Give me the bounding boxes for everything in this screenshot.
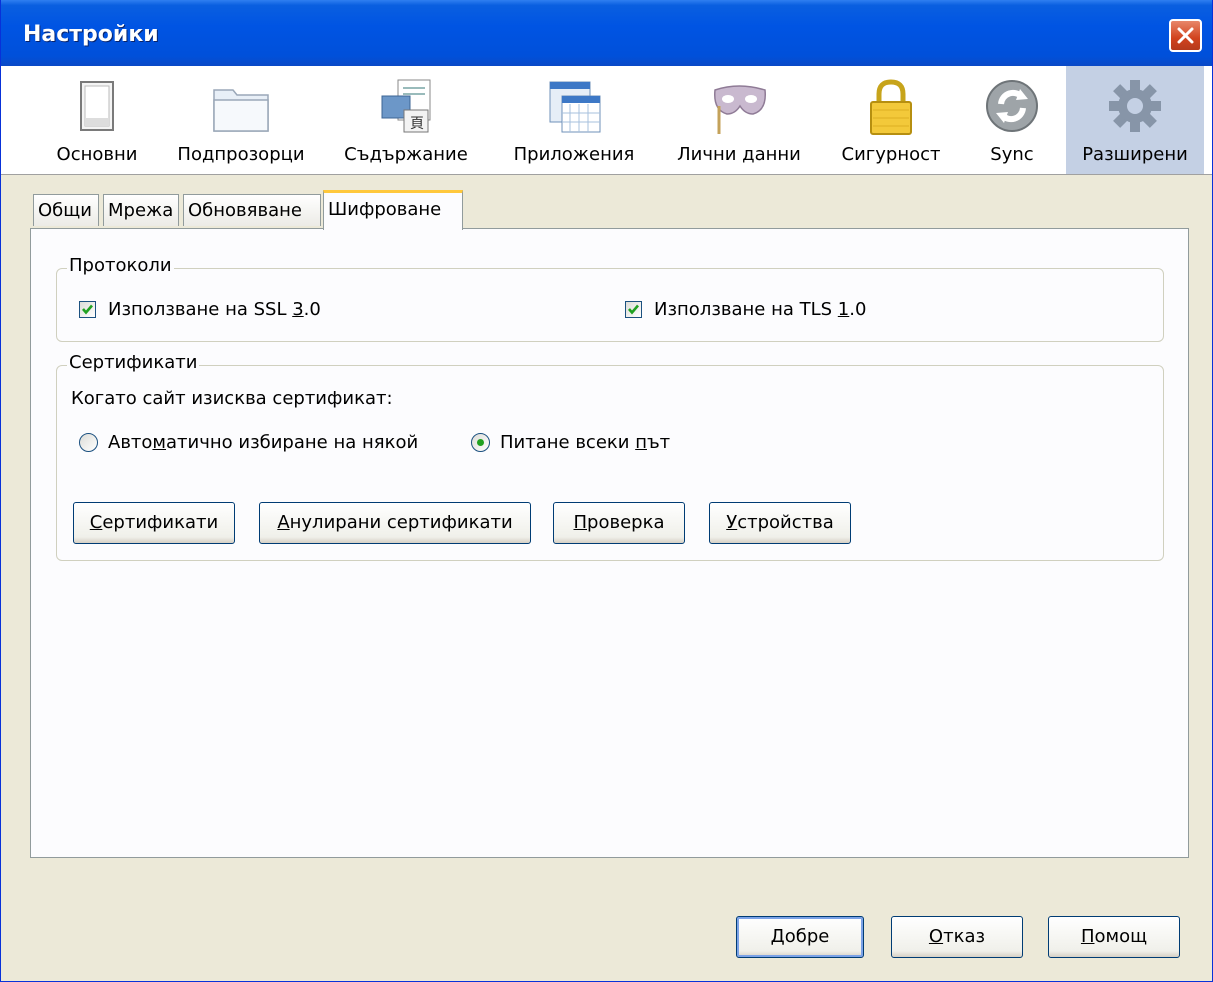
ask-every-time-radio[interactable]: Питане всеки път bbox=[471, 432, 670, 453]
radio-selected-dot bbox=[477, 439, 484, 446]
gear-icon bbox=[1109, 80, 1161, 132]
tab-update[interactable]: Обновяване bbox=[183, 194, 321, 226]
view-certificates-button[interactable]: Сертификати bbox=[73, 502, 235, 544]
certificate-request-question: Когато сайт изисква сертификат: bbox=[71, 388, 393, 409]
close-button[interactable] bbox=[1169, 19, 1202, 52]
encryption-panel: Протоколи Използване на SSL 3.0 Използва… bbox=[30, 228, 1189, 858]
tab-encryption[interactable]: Шифроване bbox=[323, 190, 463, 230]
svg-text:頁: 頁 bbox=[410, 116, 424, 132]
help-button[interactable]: Помощ bbox=[1048, 916, 1180, 958]
pane-label: Лични данни bbox=[677, 144, 801, 165]
radio-circle[interactable] bbox=[79, 433, 98, 452]
pane-sync[interactable]: Sync bbox=[965, 66, 1059, 174]
close-icon bbox=[1177, 27, 1194, 44]
pane-tabs[interactable]: Подпрозорци bbox=[163, 66, 319, 174]
pane-label: Съдържание bbox=[344, 144, 468, 165]
certificates-group: Сертификати Когато сайт изисква сертифик… bbox=[56, 352, 1164, 561]
pane-label: Сигурност bbox=[841, 144, 941, 165]
pane-security[interactable]: Сигурност bbox=[825, 66, 957, 174]
revocation-lists-button[interactable]: Анулирани сертификати bbox=[259, 502, 531, 544]
auto-select-radio[interactable]: Автоматично избиране на някой bbox=[79, 432, 418, 453]
window-icon bbox=[80, 81, 114, 131]
pane-label: Приложения bbox=[513, 144, 635, 165]
tls1-label: Използване на TLS 1.0 bbox=[654, 299, 867, 320]
protocols-group: Протоколи Използване на SSL 3.0 Използва… bbox=[56, 255, 1164, 342]
title-bar[interactable]: Настройки bbox=[1, 0, 1212, 66]
folder-tabs-icon bbox=[213, 89, 269, 132]
pane-privacy[interactable]: Лични данни bbox=[665, 66, 813, 174]
checkmark-icon bbox=[628, 304, 639, 315]
cancel-button[interactable]: Отказ bbox=[891, 916, 1023, 958]
ssl3-checkbox[interactable]: Използване на SSL 3.0 bbox=[79, 299, 321, 320]
tab-general[interactable]: Общи bbox=[33, 194, 99, 226]
pane-applications[interactable]: Приложения bbox=[499, 66, 649, 174]
window-title: Настройки bbox=[23, 22, 159, 47]
pane-advanced[interactable]: Разширени bbox=[1066, 66, 1204, 174]
checkbox-box[interactable] bbox=[625, 301, 642, 318]
ok-button[interactable]: Добре bbox=[736, 916, 864, 958]
preferences-toolbar: Основни Подпрозорци 頁 Съдържание Приложе… bbox=[1, 66, 1212, 175]
security-devices-button[interactable]: Устройства bbox=[709, 502, 851, 544]
pane-content[interactable]: 頁 Съдържание bbox=[331, 66, 481, 174]
pane-label: Подпрозорци bbox=[177, 144, 305, 165]
tls1-checkbox[interactable]: Използване на TLS 1.0 bbox=[625, 299, 866, 320]
radio-circle[interactable] bbox=[471, 433, 490, 452]
mask-icon bbox=[714, 85, 766, 134]
auto-select-label: Автоматично избиране на някой bbox=[108, 432, 419, 453]
checkbox-box[interactable] bbox=[79, 301, 96, 318]
applications-icon bbox=[549, 81, 601, 133]
preferences-window: Настройки Основни Подпрозорци 頁 Съдържан… bbox=[0, 0, 1213, 982]
ask-every-time-label: Питане всеки път bbox=[500, 432, 671, 453]
checkmark-icon bbox=[82, 304, 93, 315]
protocols-caption: Протоколи bbox=[67, 255, 174, 276]
certificates-caption: Сертификати bbox=[67, 352, 200, 373]
validation-button[interactable]: Проверка bbox=[553, 502, 685, 544]
pane-label: Основни bbox=[56, 144, 138, 165]
ssl3-label: Използване на SSL 3.0 bbox=[108, 299, 321, 320]
content-icon: 頁 bbox=[381, 79, 431, 133]
pane-label: Sync bbox=[990, 144, 1034, 165]
tab-network[interactable]: Мрежа bbox=[103, 194, 179, 226]
pane-label: Разширени bbox=[1082, 144, 1188, 165]
pane-main[interactable]: Основни bbox=[39, 66, 155, 174]
padlock-icon bbox=[870, 79, 912, 135]
sync-icon bbox=[986, 80, 1038, 132]
